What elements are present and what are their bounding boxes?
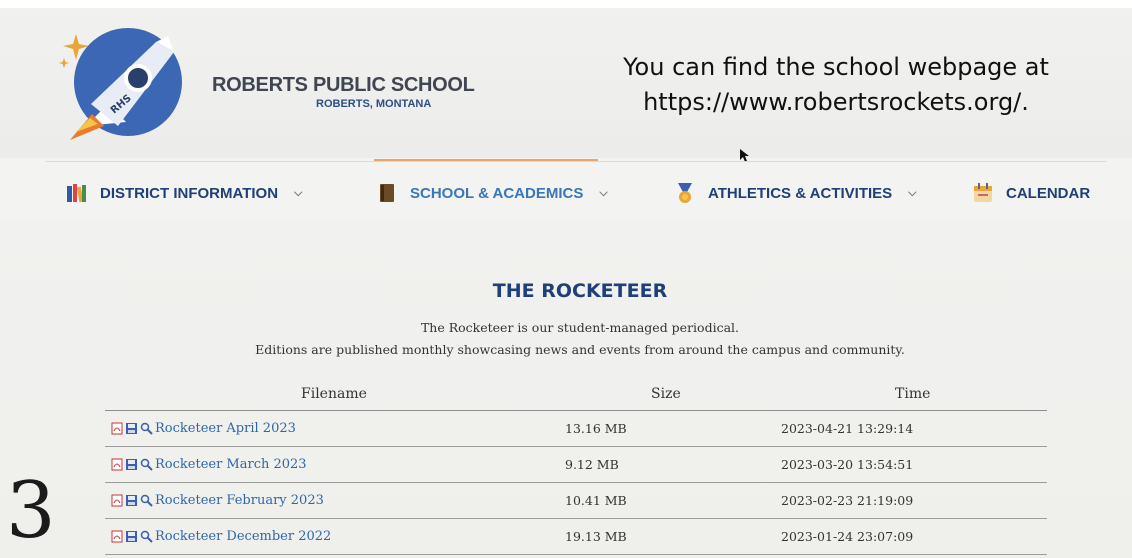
row-actions: [111, 530, 153, 543]
chevron-down-icon: ⌵: [294, 186, 303, 199]
row-actions: [111, 494, 153, 507]
pdf-icon[interactable]: [111, 530, 123, 543]
column-header-size[interactable]: Size: [651, 386, 681, 402]
table-header: Filename Size Time: [105, 380, 1047, 411]
preview-icon[interactable]: [140, 494, 153, 507]
caption-text: You can find the school webpage at https…: [576, 50, 1096, 120]
intro-line-2: Editions are published monthly showcasin…: [255, 342, 905, 357]
nav-school-academics-label: SCHOOL & ACADEMICS: [410, 184, 584, 202]
site-header: RHS ROBERTS PUBLIC SCHOOL ROBERTS, MONTA…: [0, 8, 1132, 162]
file-time: 2023-03-20 13:54:51: [781, 457, 914, 472]
save-icon[interactable]: [125, 530, 138, 543]
school-location: ROBERTS, MONTANA: [316, 98, 432, 110]
row-actions: [111, 458, 153, 471]
nav-district-information-label: DISTRICT INFORMATION: [100, 184, 279, 202]
file-size: 9.12 MB: [565, 457, 619, 472]
preview-icon[interactable]: [140, 422, 153, 435]
page-title: THE ROCKETEER: [492, 280, 668, 302]
books-icon: [67, 184, 86, 203]
chevron-down-icon: ⌵: [908, 186, 917, 199]
overlay-number: 3: [6, 466, 56, 556]
main-navigation: DISTRICT INFORMATION ⌵ SCHOOL & ACADEMIC…: [0, 172, 1132, 216]
preview-icon[interactable]: [140, 530, 153, 543]
nav-athletics-activities-label: ATHLETICS & ACTIVITIES: [708, 184, 893, 202]
pdf-icon[interactable]: [111, 458, 123, 471]
table-row: Rocketeer April 2023 13.16 MB 2023-04-21…: [105, 411, 1047, 447]
files-table: Filename Size Time Rocketeer April 2023 …: [105, 380, 1047, 555]
nav-calendar[interactable]: CALENDAR: [972, 182, 1090, 204]
table-row: Rocketeer March 2023 9.12 MB 2023-03-20 …: [105, 447, 1047, 483]
main-content: THE ROCKETEER The Rocketeer is our stude…: [0, 220, 1132, 558]
row-actions: [111, 422, 153, 435]
file-link[interactable]: Rocketeer April 2023: [155, 421, 296, 436]
calendar-icon: [974, 183, 992, 202]
intro-line-1: The Rocketeer is our student-managed per…: [420, 320, 740, 335]
school-name[interactable]: ROBERTS PUBLIC SCHOOL: [212, 74, 475, 97]
book-icon: [380, 184, 394, 202]
nav-divider: [46, 161, 1106, 162]
nav-calendar-label: CALENDAR: [1006, 184, 1091, 202]
table-row: Rocketeer December 2022 19.13 MB 2023-01…: [105, 519, 1047, 555]
file-size: 10.41 MB: [565, 493, 627, 508]
file-time: 2023-02-23 21:19:09: [781, 493, 914, 508]
file-size: 19.13 MB: [565, 529, 627, 544]
school-logo[interactable]: RHS: [46, 26, 186, 146]
nav-active-indicator: [374, 159, 598, 161]
save-icon[interactable]: [125, 494, 138, 507]
file-time: 2023-04-21 13:29:14: [781, 421, 914, 436]
nav-athletics-activities[interactable]: ATHLETICS & ACTIVITIES ⌵: [674, 182, 917, 204]
nav-school-academics[interactable]: SCHOOL & ACADEMICS ⌵: [376, 182, 608, 204]
nav-district-information[interactable]: DISTRICT INFORMATION ⌵: [66, 182, 302, 204]
top-strip: [0, 0, 1132, 8]
column-header-filename[interactable]: Filename: [301, 386, 367, 402]
chevron-down-icon: ⌵: [599, 186, 608, 199]
pdf-icon[interactable]: [111, 494, 123, 507]
medal-icon: [678, 183, 692, 203]
caption-line-1: You can find the school webpage at: [623, 53, 1049, 81]
table-row: Rocketeer February 2023 10.41 MB 2023-02…: [105, 483, 1047, 519]
save-icon[interactable]: [125, 422, 138, 435]
file-time: 2023-01-24 23:07:09: [781, 529, 914, 544]
pdf-icon[interactable]: [111, 422, 123, 435]
file-link[interactable]: Rocketeer February 2023: [155, 493, 324, 508]
preview-icon[interactable]: [140, 458, 153, 471]
file-link[interactable]: Rocketeer December 2022: [155, 529, 331, 544]
save-icon[interactable]: [125, 458, 138, 471]
column-header-time[interactable]: Time: [895, 386, 930, 402]
file-link[interactable]: Rocketeer March 2023: [155, 457, 307, 472]
caption-line-2: https://www.robertsrockets.org/.: [643, 88, 1029, 116]
file-size: 13.16 MB: [565, 421, 627, 436]
